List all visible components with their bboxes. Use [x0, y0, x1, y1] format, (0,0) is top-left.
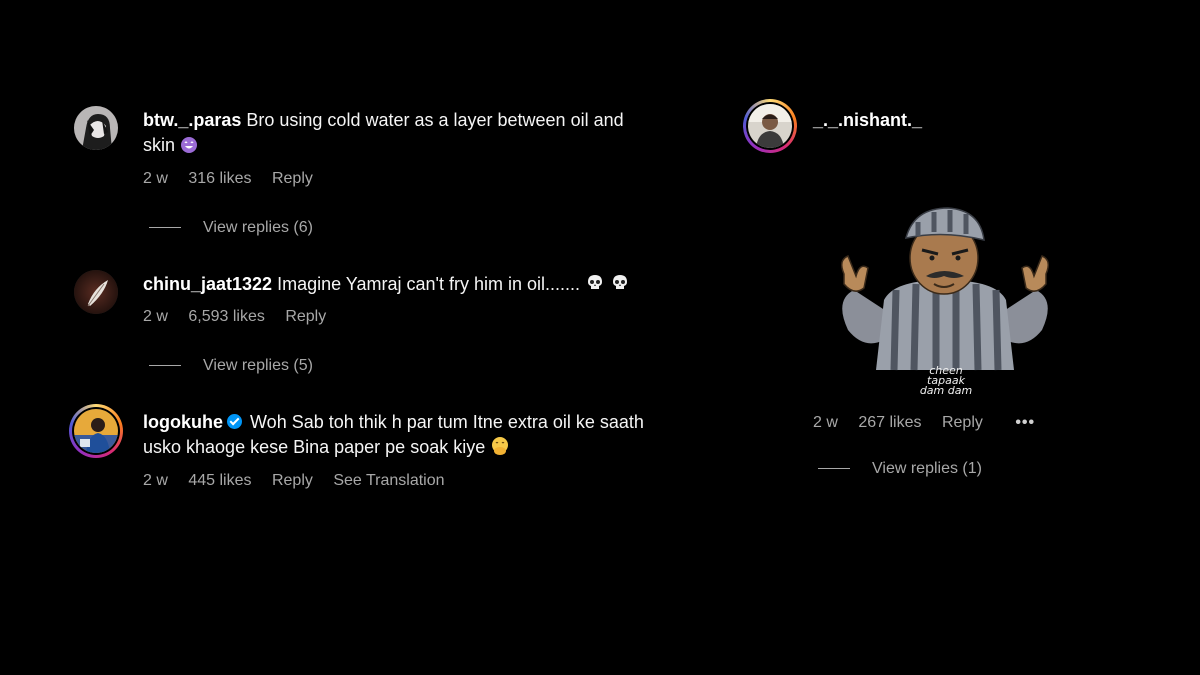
username[interactable]: chinu_jaat1322 — [143, 274, 272, 294]
reply-button[interactable]: Reply — [285, 308, 326, 325]
cartoon-prisoner-sticker[interactable]: cheen tapaak dam dam — [814, 180, 1076, 402]
comment-age: 2 w — [143, 170, 168, 187]
verified-badge-icon — [227, 414, 242, 429]
comment-text-continued: usko khaoge kese Bina paper pe soak kiye — [143, 437, 486, 457]
skull-emoji-icon — [585, 273, 605, 300]
skull-emoji-icon — [610, 273, 630, 300]
like-count[interactable]: 267 likes — [858, 414, 921, 431]
view-replies-button[interactable]: View replies (6) — [149, 219, 313, 237]
sticker-caption: cheen tapaak dam dam — [906, 365, 986, 397]
divider-line — [818, 468, 850, 470]
divider-line — [149, 365, 181, 367]
comment-age: 2 w — [143, 308, 168, 325]
view-replies-button[interactable]: View replies (1) — [818, 460, 982, 478]
comment-age: 2 w — [813, 414, 838, 431]
like-count[interactable]: 445 likes — [188, 472, 251, 489]
crying-laughing-emoji-icon — [180, 136, 198, 161]
reply-button[interactable]: Reply — [272, 472, 313, 489]
reply-button[interactable]: Reply — [272, 170, 313, 187]
view-replies-label: View replies (6) — [203, 219, 313, 236]
story-ring[interactable] — [743, 99, 797, 153]
reply-button[interactable]: Reply — [942, 414, 983, 431]
avatar[interactable] — [74, 270, 118, 314]
comment-text-continued: skin — [143, 135, 176, 155]
avatar — [74, 409, 118, 453]
avatar-feather-image — [74, 270, 118, 314]
like-count[interactable]: 316 likes — [188, 170, 251, 187]
avatar-person-image — [748, 104, 792, 148]
avatar — [748, 104, 792, 148]
face-with-hand-over-mouth-emoji-icon — [490, 436, 510, 463]
username[interactable]: btw._.paras — [143, 110, 241, 130]
comment-age: 2 w — [143, 472, 168, 489]
like-count[interactable]: 6,593 likes — [188, 308, 265, 325]
comment-text: Bro using cold water as a layer between … — [246, 110, 624, 130]
comment-text: Imagine Yamraj can't fry him in oil.....… — [277, 274, 580, 294]
story-ring[interactable] — [69, 404, 123, 458]
view-replies-button[interactable]: View replies (5) — [149, 357, 313, 375]
divider-line — [149, 227, 181, 229]
avatar[interactable] — [74, 106, 118, 150]
username[interactable]: logokuhe — [143, 412, 223, 432]
avatar-person-image — [74, 409, 118, 453]
view-replies-label: View replies (1) — [872, 460, 982, 477]
more-options-icon[interactable]: ••• — [1015, 414, 1035, 431]
see-translation-button[interactable]: See Translation — [333, 472, 444, 489]
username[interactable]: _._.nishant._ — [813, 110, 922, 130]
comment-text: Woh Sab toh thik h par tum Itne extra oi… — [250, 412, 644, 432]
avatar-anime-image — [74, 106, 118, 150]
sticker-caption-line: dam dam — [919, 384, 973, 397]
view-replies-label: View replies (5) — [203, 357, 313, 374]
